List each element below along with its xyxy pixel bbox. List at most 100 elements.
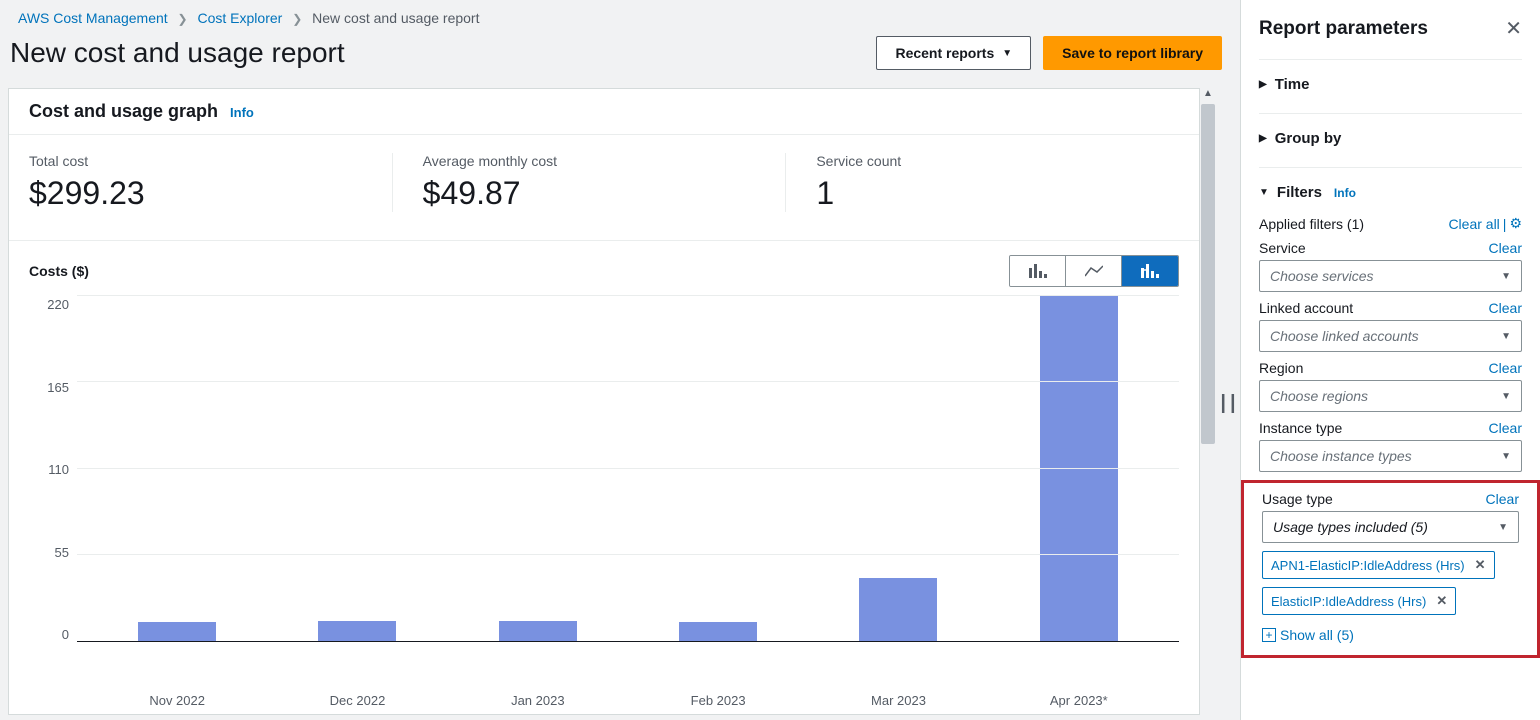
accordion-group-by[interactable]: ▶ Group by [1259,113,1522,163]
clear-link[interactable]: Clear [1489,420,1522,436]
bar-chart-button[interactable] [1010,256,1066,286]
info-link[interactable]: Info [230,105,254,120]
card-header: Cost and usage graph Info [9,89,1199,135]
filter-label: Usage type [1262,491,1333,507]
recent-reports-button[interactable]: Recent reports ▼ [876,36,1031,70]
header-actions: Recent reports ▼ Save to report library [876,36,1222,70]
select-placeholder: Choose regions [1270,388,1368,404]
plot-area [77,297,1179,642]
chevron-right-icon: ❯ [292,12,302,26]
bar[interactable] [679,622,757,641]
filter-region: Region Clear Choose regions ▼ [1259,360,1522,412]
usage-type-tag: APN1-ElasticIP:IdleAddress (Hrs) ✕ [1262,551,1495,579]
y-tick: 220 [29,297,69,312]
x-axis: Nov 2022Dec 2022Jan 2023Feb 2023Mar 2023… [77,687,1179,708]
recent-reports-label: Recent reports [895,45,994,61]
save-to-library-button[interactable]: Save to report library [1043,36,1222,70]
chart-type-toggle [1009,255,1179,287]
line-chart-icon [1085,264,1103,278]
close-icon[interactable]: ✕ [1505,16,1522,41]
metric-avg-monthly: Average monthly cost $49.87 [392,153,786,212]
show-all-link[interactable]: + Show all (5) [1262,627,1519,643]
y-tick: 55 [29,545,69,560]
accordion-filters: ▼ Filters Info Applied filters (1) Clear… [1259,167,1522,670]
caret-down-icon: ▼ [1002,48,1012,59]
caret-down-icon: ▼ [1259,187,1269,198]
clear-link[interactable]: Clear [1489,240,1522,256]
bar[interactable] [859,578,937,641]
page-title: New cost and usage report [10,37,345,69]
accordion-time[interactable]: ▶ Time [1259,59,1522,109]
region-select[interactable]: Choose regions ▼ [1259,380,1522,412]
metric-label: Service count [816,153,1159,169]
y-tick: 0 [29,627,69,642]
caret-down-icon: ▼ [1501,271,1511,282]
x-tick: Nov 2022 [87,693,267,708]
select-value: Usage types included (5) [1273,519,1428,535]
select-placeholder: Choose services [1270,268,1374,284]
scroll-up-arrow-icon[interactable]: ▲ [1200,88,1216,99]
linked-account-select[interactable]: Choose linked accounts▼ [1259,320,1522,352]
metric-value: $299.23 [29,175,372,212]
sidebar-title: Report parameters [1259,18,1428,40]
filter-label: Region [1259,360,1303,376]
filter-instance-type: Instance type Clear Choose instance types… [1259,420,1522,472]
y-tick: 110 [29,462,69,477]
clear-all-link[interactable]: Clear all|⚙ [1448,215,1522,232]
chevron-right-icon: ❯ [178,12,188,26]
caret-right-icon: ▶ [1259,133,1267,144]
panel-collapse-handle[interactable]: ┃┃ [1216,88,1240,720]
accordion-label: Time [1275,76,1310,93]
bar[interactable] [138,622,216,641]
stacked-chart-button[interactable] [1122,256,1178,286]
clear-link[interactable]: Clear [1489,360,1522,376]
metric-label: Total cost [29,153,372,169]
remove-tag-icon[interactable]: ✕ [1475,557,1486,573]
clear-all-text: Clear all [1448,216,1499,232]
filter-usage-type-highlighted: Usage type Clear Usage types included (5)… [1241,480,1540,658]
breadcrumb-l1[interactable]: AWS Cost Management [18,10,168,26]
caret-down-icon: ▼ [1501,391,1511,402]
bar[interactable] [318,621,396,641]
tag-label: ElasticIP:IdleAddress (Hrs) [1271,594,1426,609]
stacked-chart-icon [1141,264,1159,278]
scrollbar-thumb[interactable] [1201,104,1215,444]
usage-type-select[interactable]: Usage types included (5)▼ [1262,511,1519,543]
bar[interactable] [499,621,577,641]
remove-tag-icon[interactable]: ✕ [1436,593,1447,609]
instance-type-select[interactable]: Choose instance types▼ [1259,440,1522,472]
x-tick: Jan 2023 [448,693,628,708]
filter-label: Instance type [1259,420,1342,436]
page-header: New cost and usage report Recent reports… [0,32,1240,88]
caret-right-icon: ▶ [1259,79,1267,90]
chart-body: 220 165 110 55 0 [29,297,1179,687]
metric-label: Average monthly cost [423,153,766,169]
metric-service-count: Service count 1 [785,153,1179,212]
clear-link[interactable]: Clear [1489,300,1522,316]
x-tick: Apr 2023* [989,693,1169,708]
metric-value: 1 [816,175,1159,212]
applied-filters-row: Applied filters (1) Clear all|⚙ [1259,215,1522,232]
line-chart-button[interactable] [1066,256,1122,286]
y-tick: 165 [29,380,69,395]
accordion-label: Filters [1277,184,1322,201]
metric-total-cost: Total cost $299.23 [29,153,392,212]
filter-linked-account: Linked account Clear Choose linked accoun… [1259,300,1522,352]
service-select[interactable]: Choose services ▼ [1259,260,1522,292]
x-tick: Mar 2023 [808,693,988,708]
accordion-label: Group by [1275,130,1342,147]
applied-filters-label: Applied filters (1) [1259,216,1364,232]
filter-service: ServiceClear Choose services▼ [1259,240,1522,292]
clear-link[interactable]: Clear [1486,491,1519,507]
chart-area: Costs ($) [9,241,1199,714]
bar[interactable] [1040,296,1118,641]
main-area: AWS Cost Management ❯ Cost Explorer ❯ Ne… [0,0,1240,720]
info-link[interactable]: Info [1334,186,1356,200]
bar-chart-icon [1029,264,1047,278]
separator: | [1503,216,1507,232]
breadcrumb-l2[interactable]: Cost Explorer [198,10,283,26]
filter-label: Linked account [1259,300,1353,316]
accordion-filters-head[interactable]: ▼ Filters Info [1259,184,1522,201]
gear-icon[interactable]: ⚙ [1509,215,1522,232]
x-tick: Dec 2022 [267,693,447,708]
